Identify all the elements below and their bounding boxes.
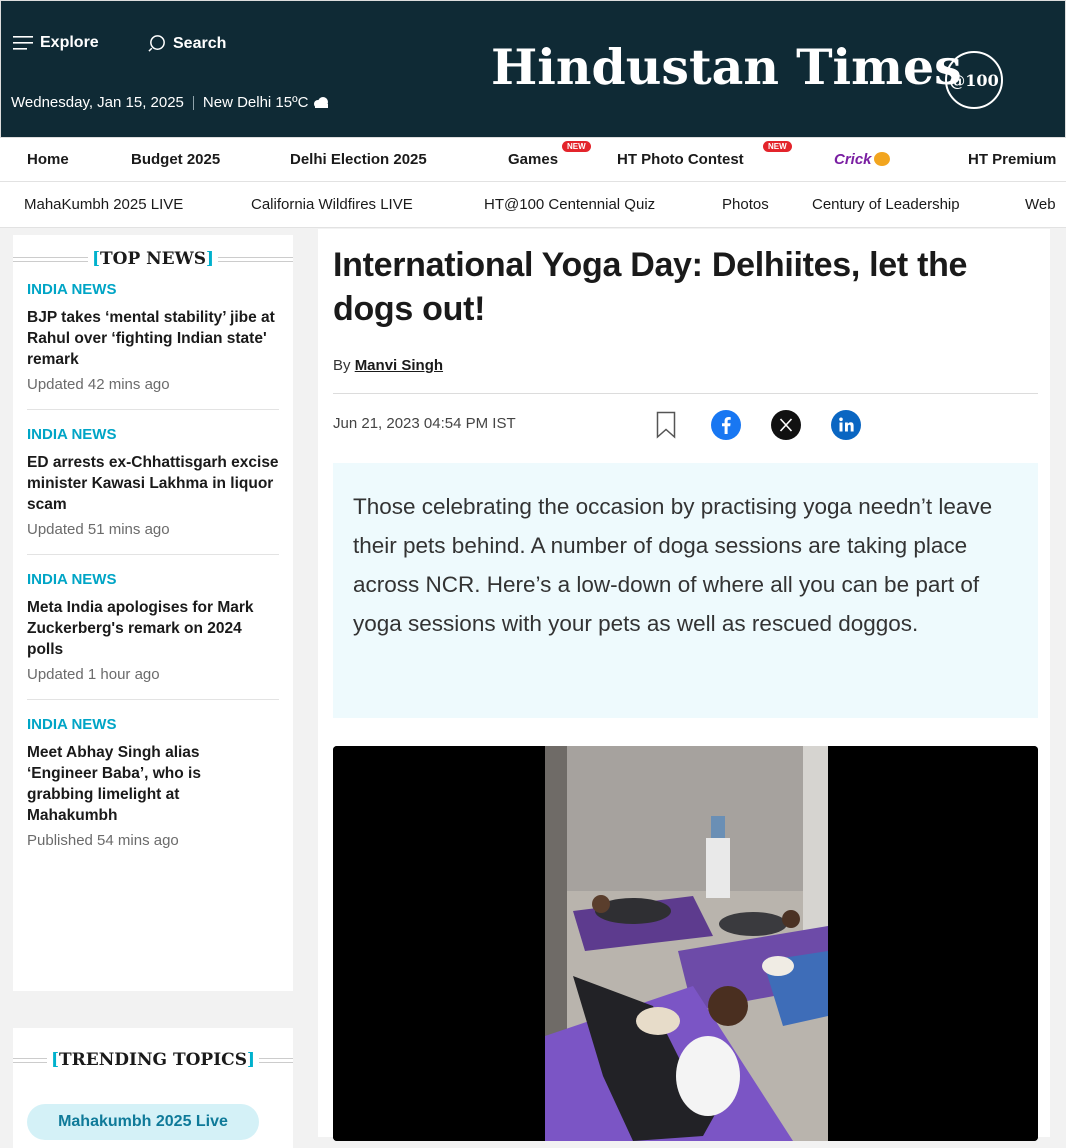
divider bbox=[333, 393, 1038, 394]
heading-rule bbox=[13, 1057, 47, 1063]
nav-ht-photo-contest[interactable]: HT Photo Contest bbox=[617, 151, 744, 168]
nav-california-wildfires-live[interactable]: California Wildfires LIVE bbox=[251, 196, 413, 213]
news-time: Updated 1 hour ago bbox=[27, 666, 160, 683]
bookmark-button[interactable] bbox=[650, 409, 682, 441]
top-news-title: TOP NEWS bbox=[99, 249, 207, 269]
list-item[interactable]: INDIA NEWS BJP takes ‘mental stability’ … bbox=[13, 281, 293, 410]
explore-label: Explore bbox=[40, 34, 99, 51]
yoga-class-photo bbox=[333, 746, 1038, 1141]
news-headline[interactable]: Meet Abhay Singh alias ‘Engineer Baba’, … bbox=[27, 742, 247, 826]
nav-photos[interactable]: Photos bbox=[722, 196, 769, 213]
cloud-icon bbox=[314, 96, 329, 108]
trending-topic-pill[interactable]: Mahakumbh 2025 Live bbox=[27, 1104, 259, 1140]
new-badge: NEW bbox=[763, 141, 792, 152]
new-badge: NEW bbox=[562, 141, 591, 152]
nav-games-wrap[interactable]: Games NEW bbox=[508, 141, 591, 169]
cricket-ball-icon bbox=[873, 152, 890, 166]
news-headline[interactable]: Meta India apologises for Mark Zuckerber… bbox=[27, 597, 279, 660]
news-category[interactable]: INDIA NEWS bbox=[27, 426, 279, 443]
primary-nav: Home Budget 2025 Delhi Election 2025 Gam… bbox=[0, 138, 1066, 182]
nav-photo-contest-wrap[interactable]: HT Photo Contest NEW bbox=[617, 141, 792, 169]
heading-rule bbox=[259, 1057, 294, 1063]
bracket-open: [ bbox=[50, 1050, 60, 1070]
news-time: Updated 42 mins ago bbox=[27, 376, 170, 393]
article: International Yoga Day: Delhiites, let t… bbox=[318, 229, 1050, 1141]
search-label: Search bbox=[173, 34, 227, 52]
crickit-label: Crick bbox=[834, 151, 872, 168]
author-link[interactable]: Manvi Singh bbox=[355, 357, 443, 374]
byline: By Manvi Singh bbox=[333, 357, 443, 374]
publish-date: Jun 21, 2023 04:54 PM IST bbox=[333, 415, 516, 432]
article-video[interactable] bbox=[333, 746, 1038, 1141]
nav-mahakumbh-live[interactable]: MahaKumbh 2025 LIVE bbox=[24, 196, 183, 213]
date-weather-bar: Wednesday, Jan 15, 2025 New Delhi 15ºC bbox=[11, 94, 330, 111]
x-share-button[interactable] bbox=[770, 409, 802, 441]
heading-rule bbox=[218, 256, 293, 262]
nav-web-stories[interactable]: Web bbox=[1025, 196, 1056, 213]
site-logo[interactable]: Hindustan Times bbox=[491, 43, 962, 92]
divider bbox=[27, 409, 279, 410]
list-item[interactable]: INDIA NEWS Meet Abhay Singh alias ‘Engin… bbox=[13, 716, 293, 849]
trending-heading: [TRENDING TOPICS] bbox=[13, 1040, 294, 1080]
nav-century-of-leadership[interactable]: Century of Leadership bbox=[812, 196, 960, 213]
news-category[interactable]: INDIA NEWS bbox=[27, 571, 279, 588]
trending-title: TRENDING TOPICS bbox=[59, 1050, 247, 1070]
nav-centennial-quiz[interactable]: HT@100 Centennial Quiz bbox=[484, 196, 655, 213]
news-headline[interactable]: BJP takes ‘mental stability’ jibe at Rah… bbox=[27, 307, 279, 370]
x-icon bbox=[771, 410, 801, 440]
secondary-nav: MahaKumbh 2025 LIVE California Wildfires… bbox=[0, 182, 1066, 228]
list-item[interactable]: INDIA NEWS ED arrests ex-Chhattisgarh ex… bbox=[13, 426, 293, 555]
masthead: Explore Search Wednesday, Jan 15, 2025 N… bbox=[0, 0, 1066, 138]
bracket-close: ] bbox=[246, 1050, 256, 1070]
trending-topics-panel: [TRENDING TOPICS] Mahakumbh 2025 Live bbox=[13, 1028, 294, 1148]
search-icon bbox=[148, 35, 165, 52]
news-time: Updated 51 mins ago bbox=[27, 521, 170, 538]
divider bbox=[27, 699, 279, 700]
nav-budget-2025[interactable]: Budget 2025 bbox=[131, 151, 220, 168]
byline-prefix: By bbox=[333, 357, 351, 374]
list-item[interactable]: INDIA NEWS Meta India apologises for Mar… bbox=[13, 571, 293, 700]
share-bar bbox=[650, 409, 862, 441]
current-date: Wednesday, Jan 15, 2025 bbox=[11, 94, 184, 111]
divider bbox=[27, 554, 279, 555]
facebook-icon bbox=[711, 410, 741, 440]
top-news-heading: [TOP NEWS] bbox=[13, 235, 293, 275]
linkedin-share-button[interactable] bbox=[830, 409, 862, 441]
divider bbox=[192, 95, 194, 110]
bracket-close: ] bbox=[206, 249, 215, 269]
facebook-share-button[interactable] bbox=[710, 409, 742, 441]
news-category[interactable]: INDIA NEWS bbox=[27, 716, 279, 733]
nav-crickit[interactable]: Crick bbox=[834, 151, 890, 168]
weather-text: New Delhi 15ºC bbox=[202, 94, 309, 111]
news-headline[interactable]: ED arrests ex-Chhattisgarh excise minist… bbox=[27, 452, 279, 515]
centenary-seal: @100 bbox=[945, 51, 1003, 109]
nav-home[interactable]: Home bbox=[27, 151, 69, 168]
top-news-panel: [TOP NEWS] INDIA NEWS BJP takes ‘mental … bbox=[13, 235, 293, 991]
bracket-open: [ bbox=[91, 249, 100, 269]
nav-delhi-election-2025[interactable]: Delhi Election 2025 bbox=[290, 151, 427, 168]
search-button[interactable]: Search bbox=[148, 34, 226, 53]
heading-rule bbox=[13, 256, 88, 262]
news-category[interactable]: INDIA NEWS bbox=[27, 281, 279, 298]
explore-menu-button[interactable]: Explore bbox=[13, 34, 99, 52]
nav-games[interactable]: Games bbox=[508, 151, 558, 168]
hamburger-icon bbox=[13, 36, 33, 50]
bookmark-icon bbox=[656, 411, 676, 439]
nav-ht-premium[interactable]: HT Premium bbox=[968, 151, 1056, 168]
article-title: International Yoga Day: Delhiites, let t… bbox=[333, 246, 968, 328]
article-summary: Those celebrating the occasion by practi… bbox=[333, 463, 1038, 718]
linkedin-icon bbox=[831, 410, 861, 440]
news-time: Published 54 mins ago bbox=[27, 832, 179, 849]
